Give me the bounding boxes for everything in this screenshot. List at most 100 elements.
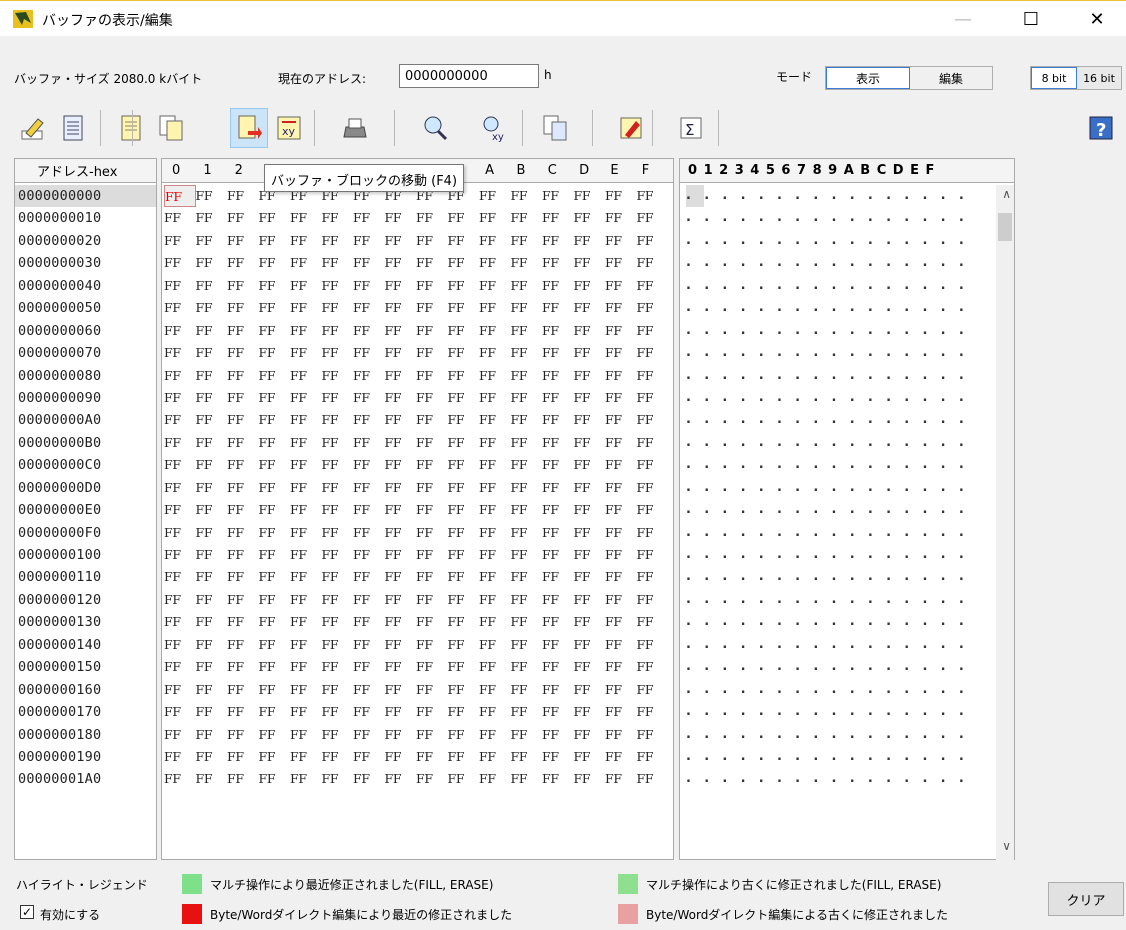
ascii-char[interactable]: . (704, 724, 722, 746)
hex-byte[interactable]: FF (574, 297, 606, 319)
ascii-char[interactable]: . (922, 544, 940, 566)
ascii-char[interactable]: . (868, 185, 886, 207)
ascii-char[interactable]: . (959, 544, 977, 566)
ascii-char[interactable]: . (904, 275, 922, 297)
ascii-char[interactable]: . (813, 746, 831, 768)
hex-byte[interactable]: FF (605, 701, 637, 723)
hex-byte[interactable]: FF (479, 320, 511, 342)
hex-byte[interactable]: FF (416, 320, 448, 342)
ascii-char[interactable]: . (722, 387, 740, 409)
ascii-char[interactable]: . (686, 724, 704, 746)
ascii-char[interactable]: . (704, 207, 722, 229)
hex-byte[interactable]: FF (196, 409, 228, 431)
ascii-char[interactable]: . (704, 634, 722, 656)
ascii-char[interactable]: . (759, 544, 777, 566)
hex-byte[interactable]: FF (479, 589, 511, 611)
ascii-char[interactable]: . (868, 768, 886, 790)
ascii-char[interactable]: . (704, 746, 722, 768)
ascii-char[interactable]: . (941, 320, 959, 342)
hex-byte[interactable]: FF (353, 297, 385, 319)
hex-byte[interactable]: FF (164, 387, 196, 409)
ascii-char[interactable]: . (741, 499, 759, 521)
move-block-icon[interactable] (230, 108, 268, 148)
hex-row[interactable]: FF FF FF FF FF FF FF FF FF FF FF FF FF FF FF FF (162, 589, 673, 611)
hex-byte[interactable]: FF (637, 566, 669, 588)
ascii-char[interactable]: . (850, 252, 868, 274)
ascii-char[interactable]: . (704, 320, 722, 342)
hex-byte[interactable]: FF (542, 544, 574, 566)
ascii-char[interactable]: . (795, 477, 813, 499)
ascii-char[interactable]: . (850, 342, 868, 364)
hex-byte[interactable]: FF (322, 252, 354, 274)
hex-row[interactable]: FF FF FF FF FF FF FF FF FF FF FF FF FF FF FF FF (162, 387, 673, 409)
ascii-char[interactable]: . (922, 432, 940, 454)
hex-byte[interactable]: FF (448, 544, 480, 566)
hex-byte[interactable]: FF (164, 207, 196, 229)
hex-byte[interactable]: FF (511, 252, 543, 274)
hex-byte[interactable]: FF (511, 365, 543, 387)
ascii-char[interactable]: . (777, 275, 795, 297)
ascii-char[interactable]: . (777, 701, 795, 723)
hex-row[interactable]: FF FF FF FF FF FF FF FF FF FF FF FF FF FF FF FF (162, 365, 673, 387)
hex-byte[interactable]: FF (574, 230, 606, 252)
ascii-char[interactable]: . (777, 252, 795, 274)
hex-byte[interactable]: FF (259, 656, 291, 678)
hex-row[interactable]: FF FF FF FF FF FF FF FF FF FF FF FF FF FF FF FF (162, 634, 673, 656)
ascii-char[interactable]: . (722, 252, 740, 274)
ascii-char[interactable]: . (813, 409, 831, 431)
ascii-char[interactable]: . (850, 679, 868, 701)
ascii-char[interactable]: . (813, 566, 831, 588)
ascii-char[interactable]: . (686, 768, 704, 790)
hex-byte[interactable]: FF (542, 320, 574, 342)
hex-row[interactable]: FF FF FF FF FF FF FF FF FF FF FF FF FF FF FF FF (162, 724, 673, 746)
hex-byte[interactable]: FF (385, 499, 417, 521)
ascii-char[interactable]: . (813, 252, 831, 274)
hex-row[interactable]: FF FF FF FF FF FF FF FF FF FF FF FF FF FF FF FF (162, 701, 673, 723)
hex-byte[interactable]: FF (290, 746, 322, 768)
hex-byte[interactable]: FF (322, 454, 354, 476)
ascii-char[interactable]: . (777, 477, 795, 499)
hex-byte[interactable]: FF (227, 522, 259, 544)
ascii-char[interactable]: . (922, 522, 940, 544)
ascii-char[interactable]: . (868, 342, 886, 364)
ascii-char[interactable]: . (686, 409, 704, 431)
ascii-char[interactable]: . (777, 656, 795, 678)
hex-byte[interactable]: FF (605, 477, 637, 499)
hex-byte[interactable]: FF (227, 634, 259, 656)
hex-byte[interactable]: FF (637, 342, 669, 364)
ascii-char[interactable]: . (959, 275, 977, 297)
hex-byte[interactable]: FF (196, 522, 228, 544)
hex-byte[interactable]: FF (605, 454, 637, 476)
hex-byte[interactable]: FF (574, 320, 606, 342)
hex-byte[interactable]: FF (574, 522, 606, 544)
ascii-char[interactable]: . (741, 320, 759, 342)
ascii-char[interactable]: . (941, 207, 959, 229)
ascii-char[interactable]: . (886, 724, 904, 746)
hex-byte[interactable]: FF (322, 634, 354, 656)
ascii-char[interactable]: . (795, 768, 813, 790)
hex-byte[interactable]: FF (448, 275, 480, 297)
hex-byte[interactable]: FF (511, 522, 543, 544)
hex-byte[interactable]: FF (448, 701, 480, 723)
ascii-char[interactable]: . (941, 611, 959, 633)
ascii-char[interactable]: . (686, 387, 704, 409)
hex-byte[interactable]: FF (196, 746, 228, 768)
hex-byte[interactable]: FF (196, 252, 228, 274)
hex-byte[interactable]: FF (605, 679, 637, 701)
ascii-char[interactable]: . (686, 544, 704, 566)
ascii-char[interactable]: . (795, 387, 813, 409)
hex-byte[interactable]: FF (290, 679, 322, 701)
hex-byte[interactable]: FF (574, 275, 606, 297)
ascii-char[interactable]: . (904, 724, 922, 746)
hex-row[interactable]: FF FF FF FF FF FF FF FF FF FF FF FF FF FF FF FF (162, 522, 673, 544)
hex-byte[interactable]: FF (448, 746, 480, 768)
hex-byte[interactable]: FF (290, 768, 322, 790)
hex-byte[interactable]: FF (542, 746, 574, 768)
ascii-char[interactable]: . (813, 656, 831, 678)
hex-byte[interactable]: FF (353, 477, 385, 499)
hex-byte[interactable]: FF (574, 499, 606, 521)
hex-byte[interactable]: FF (196, 230, 228, 252)
hex-byte[interactable]: FF (353, 634, 385, 656)
hex-byte[interactable]: FF (290, 499, 322, 521)
ascii-char[interactable]: . (904, 656, 922, 678)
